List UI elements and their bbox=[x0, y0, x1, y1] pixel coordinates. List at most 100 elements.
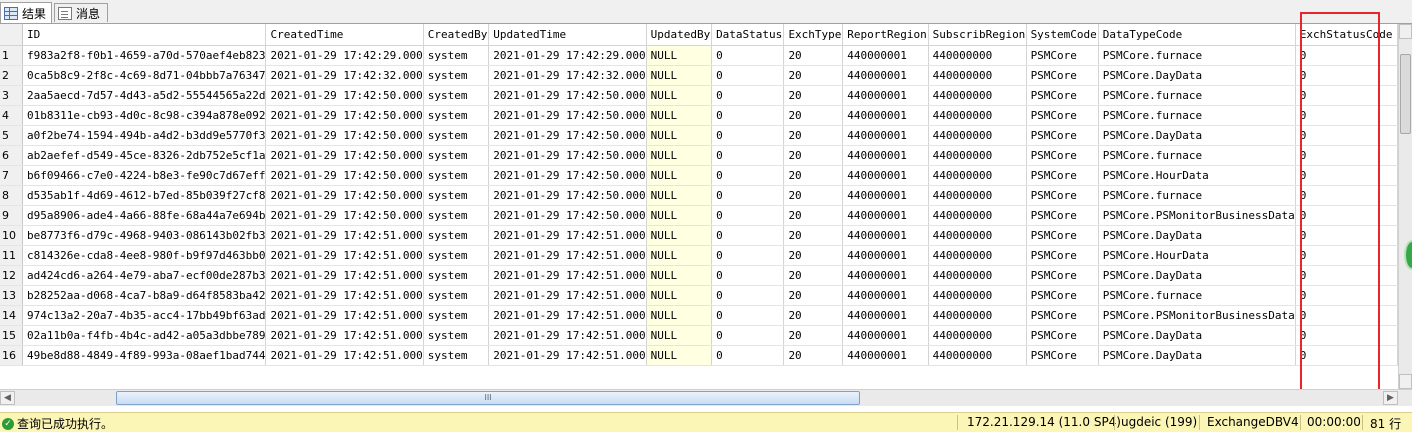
scroll-left-button[interactable]: ◀ bbox=[0, 391, 15, 405]
table-cell[interactable]: system bbox=[423, 185, 490, 206]
table-cell[interactable]: 2021-01-29 17:42:50.000 bbox=[265, 85, 424, 106]
table-cell[interactable]: PSMCore.HourData bbox=[1098, 165, 1296, 186]
table-cell[interactable]: system bbox=[423, 245, 490, 266]
table-cell[interactable]: 2021-01-29 17:42:50.000 bbox=[488, 185, 647, 206]
table-cell[interactable]: NULL bbox=[646, 45, 713, 66]
table-row[interactable]: 4 01b8311e-cb93-4d0c-8c98-c394a878e092 202… bbox=[0, 105, 1398, 126]
table-cell[interactable]: 2021-01-29 17:42:50.000 bbox=[265, 105, 424, 126]
table-cell[interactable]: PSMCore bbox=[1026, 185, 1099, 206]
table-cell[interactable]: PSMCore.furnace bbox=[1098, 285, 1296, 306]
table-cell[interactable]: NULL bbox=[646, 225, 713, 246]
row-number[interactable]: 6 bbox=[0, 145, 24, 166]
table-cell[interactable]: 2021-01-29 17:42:32.000 bbox=[488, 65, 647, 86]
table-cell[interactable]: 2021-01-29 17:42:50.000 bbox=[265, 125, 424, 146]
table-cell[interactable]: b28252aa-d068-4ca7-b8a9-d64f8583ba42 bbox=[22, 285, 267, 306]
table-cell[interactable]: 440000000 bbox=[928, 105, 1027, 126]
table-cell[interactable]: 0 bbox=[1295, 345, 1398, 366]
table-cell[interactable]: system bbox=[423, 205, 490, 226]
table-cell[interactable]: 2021-01-29 17:42:51.000 bbox=[265, 245, 424, 266]
table-cell[interactable]: 2021-01-29 17:42:51.000 bbox=[488, 285, 647, 306]
table-cell[interactable]: 440000001 bbox=[842, 345, 929, 366]
table-cell[interactable]: system bbox=[423, 45, 490, 66]
table-cell[interactable]: PSMCore bbox=[1026, 165, 1099, 186]
table-cell[interactable]: 440000000 bbox=[928, 145, 1027, 166]
table-cell[interactable]: 0 bbox=[1295, 65, 1398, 86]
table-cell[interactable]: b6f09466-c7e0-4224-b8e3-fe90c7d67eff bbox=[22, 165, 267, 186]
table-cell[interactable]: PSMCore bbox=[1026, 205, 1099, 226]
table-cell[interactable]: 440000000 bbox=[928, 45, 1027, 66]
table-cell[interactable]: system bbox=[423, 265, 490, 286]
table-row[interactable]: 13 b28252aa-d068-4ca7-b8a9-d64f8583ba42 20… bbox=[0, 285, 1398, 306]
table-cell[interactable]: PSMCore bbox=[1026, 85, 1099, 106]
table-cell[interactable]: 01b8311e-cb93-4d0c-8c98-c394a878e092 bbox=[22, 105, 267, 126]
table-cell[interactable]: 0 bbox=[711, 245, 785, 266]
table-cell[interactable]: 440000000 bbox=[928, 265, 1027, 286]
table-cell[interactable]: 20 bbox=[783, 345, 844, 366]
table-cell[interactable]: 440000001 bbox=[842, 325, 929, 346]
table-row[interactable]: 2 0ca5b8c9-2f8c-4c69-8d71-04bbb7a76347 202… bbox=[0, 65, 1398, 86]
table-cell[interactable]: 0ca5b8c9-2f8c-4c69-8d71-04bbb7a76347 bbox=[22, 65, 267, 86]
table-cell[interactable]: 2aa5aecd-7d57-4d43-a5d2-55544565a22d bbox=[22, 85, 267, 106]
table-cell[interactable]: PSMCore.furnace bbox=[1098, 145, 1296, 166]
table-cell[interactable]: PSMCore bbox=[1026, 225, 1099, 246]
horizontal-scroll-thumb[interactable]: III bbox=[116, 391, 860, 405]
table-cell[interactable]: ad424cd6-a264-4e79-aba7-ecf00de287b3 bbox=[22, 265, 267, 286]
tab-results[interactable]: 结果 bbox=[0, 2, 52, 23]
table-cell[interactable]: NULL bbox=[646, 205, 713, 226]
table-cell[interactable]: 0 bbox=[1295, 165, 1398, 186]
table-cell[interactable]: 0 bbox=[1295, 125, 1398, 146]
table-cell[interactable]: 20 bbox=[783, 125, 844, 146]
table-cell[interactable]: 0 bbox=[711, 285, 785, 306]
table-cell[interactable]: 0 bbox=[1295, 225, 1398, 246]
table-cell[interactable]: 440000000 bbox=[928, 205, 1027, 226]
table-cell[interactable]: be8773f6-d79c-4968-9403-086143b02fb3 bbox=[22, 225, 267, 246]
table-cell[interactable]: 0 bbox=[711, 225, 785, 246]
table-cell[interactable]: PSMCore bbox=[1026, 125, 1099, 146]
table-cell[interactable]: 2021-01-29 17:42:51.000 bbox=[265, 305, 424, 326]
column-header[interactable]: DataStatus bbox=[711, 24, 785, 46]
table-cell[interactable]: 0 bbox=[1295, 45, 1398, 66]
table-cell[interactable]: d95a8906-ade4-4a66-88fe-68a44a7e694b bbox=[22, 205, 267, 226]
table-row[interactable]: 3 2aa5aecd-7d57-4d43-a5d2-55544565a22d 202… bbox=[0, 85, 1398, 106]
row-number[interactable]: 12 bbox=[0, 265, 24, 286]
table-cell[interactable]: 2021-01-29 17:42:51.000 bbox=[488, 245, 647, 266]
column-header[interactable]: CreatedTime bbox=[265, 24, 424, 46]
table-row[interactable]: 11 c814326e-cda8-4ee8-980f-b9f97d463bb0 20… bbox=[0, 245, 1398, 266]
table-cell[interactable]: NULL bbox=[646, 165, 713, 186]
table-cell[interactable]: 440000001 bbox=[842, 165, 929, 186]
table-cell[interactable]: 0 bbox=[711, 305, 785, 326]
horizontal-scrollbar[interactable]: ◀ III ▶ bbox=[0, 389, 1412, 406]
table-cell[interactable]: NULL bbox=[646, 105, 713, 126]
table-cell[interactable]: 0 bbox=[711, 105, 785, 126]
table-cell[interactable]: system bbox=[423, 125, 490, 146]
table-cell[interactable]: 440000001 bbox=[842, 285, 929, 306]
table-cell[interactable]: PSMCore bbox=[1026, 105, 1099, 126]
table-cell[interactable]: 440000001 bbox=[842, 65, 929, 86]
table-cell[interactable]: NULL bbox=[646, 325, 713, 346]
column-header[interactable]: ExchStatusCode bbox=[1295, 24, 1398, 46]
table-cell[interactable]: 2021-01-29 17:42:51.000 bbox=[488, 225, 647, 246]
table-cell[interactable]: 0 bbox=[711, 165, 785, 186]
results-grid[interactable]: ID CreatedTime CreatedBy UpdatedTime Updated… bbox=[0, 24, 1398, 389]
table-cell[interactable]: 2021-01-29 17:42:51.000 bbox=[488, 325, 647, 346]
table-cell[interactable]: NULL bbox=[646, 285, 713, 306]
table-cell[interactable]: system bbox=[423, 85, 490, 106]
table-cell[interactable]: PSMCore.DayData bbox=[1098, 325, 1296, 346]
table-row[interactable]: 6 ab2aefef-d549-45ce-8326-2db752e5cf1a 202… bbox=[0, 145, 1398, 166]
column-header[interactable]: ExchType bbox=[783, 24, 844, 46]
table-cell[interactable]: system bbox=[423, 105, 490, 126]
table-cell[interactable]: PSMCore bbox=[1026, 325, 1099, 346]
column-header[interactable]: SystemCode bbox=[1026, 24, 1099, 46]
table-row[interactable]: 7 b6f09466-c7e0-4224-b8e3-fe90c7d67eff 202… bbox=[0, 165, 1398, 186]
table-cell[interactable]: PSMCore bbox=[1026, 45, 1099, 66]
table-cell[interactable]: system bbox=[423, 325, 490, 346]
table-cell[interactable]: 440000000 bbox=[928, 325, 1027, 346]
table-cell[interactable]: NULL bbox=[646, 125, 713, 146]
row-number[interactable]: 1 bbox=[0, 45, 24, 66]
row-number[interactable]: 11 bbox=[0, 245, 24, 266]
table-cell[interactable]: NULL bbox=[646, 345, 713, 366]
table-cell[interactable]: system bbox=[423, 345, 490, 366]
table-cell[interactable]: PSMCore.PSMonitorBusinessData bbox=[1098, 205, 1296, 226]
table-cell[interactable]: 0 bbox=[1295, 205, 1398, 226]
table-cell[interactable]: 440000000 bbox=[928, 85, 1027, 106]
